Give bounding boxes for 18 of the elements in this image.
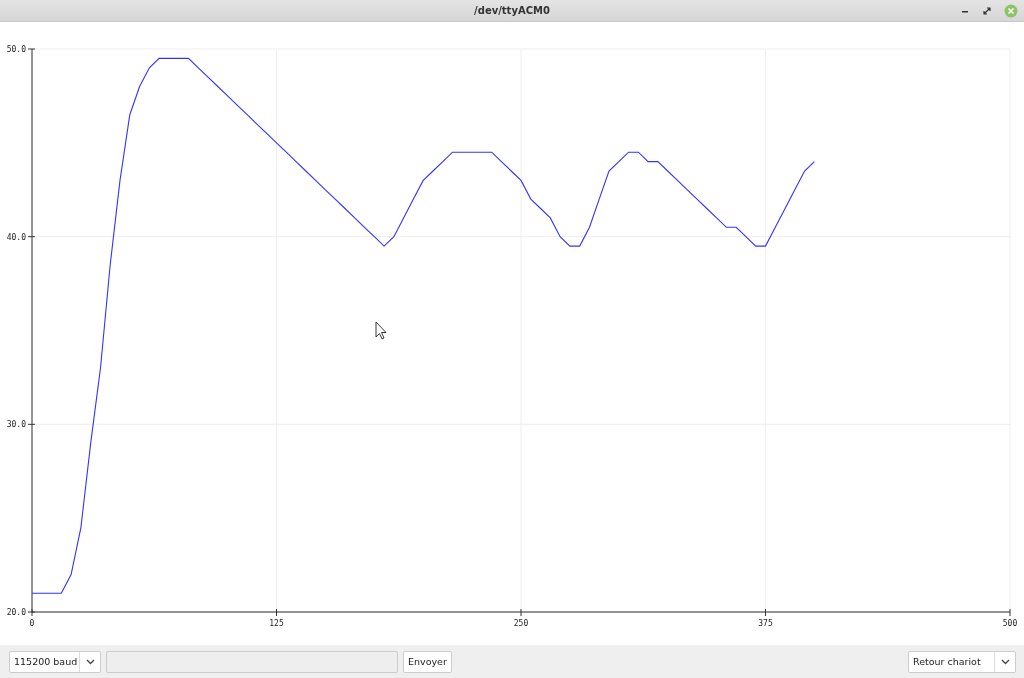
x-tick-label: 250 [513, 619, 529, 628]
baud-rate-dropdown[interactable]: 115200 baud [9, 650, 101, 673]
x-tick-label: 500 [1002, 619, 1018, 628]
send-button[interactable]: Envoyer [403, 650, 452, 673]
message-input-field[interactable] [106, 650, 398, 673]
mouse-cursor-icon [375, 321, 387, 340]
x-tick-label: 375 [758, 619, 773, 628]
x-tick-label: 125 [269, 619, 284, 628]
window-title: /dev/ttyACM0 [474, 5, 550, 16]
y-tick-label: 30.0 [6, 420, 26, 430]
chevron-down-icon [1000, 658, 1010, 665]
y-tick-label: 50.0 [6, 45, 26, 54]
chevron-down-icon [85, 658, 95, 665]
restore-icon[interactable] [982, 6, 992, 16]
y-tick-label: 20.0 [6, 608, 26, 617]
y-tick-label: 40.0 [6, 232, 26, 242]
line-ending-dropdown[interactable]: Retour chariot [908, 650, 1016, 673]
x-tick-label: 0 [29, 619, 35, 628]
